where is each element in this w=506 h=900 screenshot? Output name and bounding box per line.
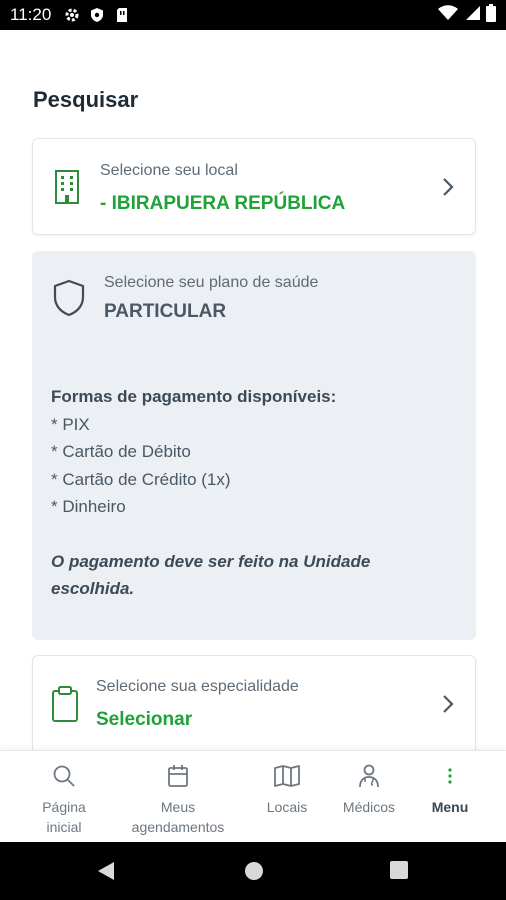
payment-note-line: escolhida. bbox=[51, 579, 135, 598]
doctor-icon bbox=[356, 763, 382, 789]
home-icon[interactable] bbox=[244, 861, 264, 886]
specialty-card[interactable]: Selecione sua especialidade Selecionar bbox=[32, 655, 476, 750]
payment-note: O pagamento deve ser feito na Unidade es… bbox=[51, 548, 370, 603]
back-icon[interactable] bbox=[97, 861, 115, 886]
plan-label: Selecione seu plano de saúde bbox=[104, 274, 319, 291]
signal-icon bbox=[464, 5, 480, 26]
payment-info: Formas de pagamento disponíveis: * PIX *… bbox=[51, 383, 370, 603]
payment-method: * PIX bbox=[51, 414, 90, 434]
calendar-icon bbox=[165, 763, 191, 789]
bottom-navigation: Página inicial Meus agendamentos Locais … bbox=[0, 750, 506, 842]
wifi-icon bbox=[438, 4, 458, 26]
payment-method: * Cartão de Débito bbox=[51, 442, 191, 461]
payment-method: * Cartão de Crédito (1x) bbox=[51, 469, 231, 489]
main-content[interactable]: Pesquisar Selecione seu local - IBIRAPUE… bbox=[0, 30, 506, 750]
status-bar: 11:20 bbox=[0, 0, 506, 30]
nav-appointments[interactable]: Meus agendamentos bbox=[123, 763, 233, 837]
sim-card-icon bbox=[113, 6, 131, 24]
nav-label: Meus bbox=[160, 799, 196, 815]
map-icon bbox=[274, 763, 300, 789]
recents-icon[interactable] bbox=[390, 861, 408, 884]
location-value: - IBIRAPUERA REPÚBLICA bbox=[100, 193, 346, 214]
battery-icon bbox=[486, 3, 496, 27]
specialty-value: Selecionar bbox=[96, 709, 193, 730]
nav-label: inicial bbox=[46, 819, 82, 835]
nav-label: agendamentos bbox=[131, 819, 225, 835]
page-title: Pesquisar bbox=[33, 87, 139, 112]
health-plan-card[interactable]: Selecione seu plano de saúde PARTICULAR … bbox=[32, 251, 476, 640]
nav-label: Página bbox=[42, 799, 86, 815]
nav-home[interactable]: Página inicial bbox=[36, 763, 92, 837]
payment-note-line: O pagamento deve ser feito na Unidade bbox=[51, 551, 371, 571]
location-label: Selecione seu local bbox=[100, 162, 238, 179]
nav-label: Menu bbox=[431, 799, 469, 815]
payments-title: Formas de pagamento disponíveis: bbox=[51, 387, 337, 406]
status-time: 11:20 bbox=[10, 5, 52, 24]
chevron-right-icon[interactable] bbox=[441, 694, 455, 714]
search-icon bbox=[51, 763, 77, 789]
nav-locations[interactable]: Locais bbox=[259, 763, 315, 817]
settings-icon bbox=[63, 6, 81, 24]
payment-method: * Dinheiro bbox=[51, 497, 126, 516]
shield-status-icon bbox=[88, 6, 106, 24]
nav-label: Médicos bbox=[342, 799, 396, 815]
clipboard-icon bbox=[51, 686, 79, 727]
plan-value: PARTICULAR bbox=[104, 301, 227, 322]
chevron-right-icon[interactable] bbox=[441, 177, 455, 197]
location-card[interactable]: Selecione seu local - IBIRAPUERA REPÚBLI… bbox=[32, 138, 476, 235]
building-icon bbox=[53, 169, 81, 210]
system-navigation-bar bbox=[0, 842, 506, 900]
specialty-label: Selecione sua especialidade bbox=[96, 678, 299, 695]
nav-doctors[interactable]: Médicos bbox=[336, 763, 402, 817]
nav-label: Locais bbox=[266, 799, 308, 815]
shield-icon bbox=[52, 279, 86, 322]
nav-menu[interactable]: Menu bbox=[424, 763, 476, 817]
more-vertical-icon bbox=[437, 763, 463, 789]
